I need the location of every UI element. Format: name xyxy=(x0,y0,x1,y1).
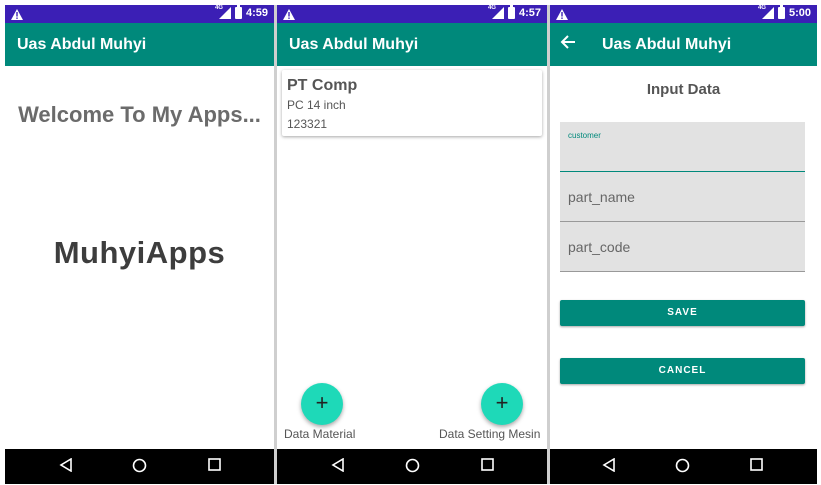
app-title: Uas Abdul Muhyi xyxy=(17,36,147,53)
home-circle-icon[interactable] xyxy=(675,458,690,477)
signal-icon: 4G xyxy=(215,5,231,19)
part-code-field[interactable]: part_code xyxy=(560,222,805,272)
status-time: 4:59 xyxy=(245,7,268,19)
card-code: 123321 xyxy=(287,117,328,131)
phone-screen-welcome: 4G 4:59 Uas Abdul Muhyi Welcome To My Ap… xyxy=(5,5,274,484)
fab-label-setting-mesin: Data Setting Mesin xyxy=(439,427,541,441)
customer-field-label: customer xyxy=(568,131,601,140)
back-triangle-icon[interactable] xyxy=(602,457,616,476)
phone-screen-input: 4G 5:00 Uas Abdul Muhyi Input Data custo… xyxy=(550,5,817,484)
back-triangle-icon[interactable] xyxy=(331,457,345,476)
recents-square-icon[interactable] xyxy=(750,458,763,475)
signal-icon: 4G xyxy=(758,5,774,19)
phone-screen-list: 4G 4:57 Uas Abdul Muhyi PT Comp PC 14 in… xyxy=(277,5,547,484)
app-bar: Uas Abdul Muhyi xyxy=(277,23,547,66)
home-circle-icon[interactable] xyxy=(132,458,147,477)
page-heading: Input Data xyxy=(646,81,721,98)
app-title: Uas Abdul Muhyi xyxy=(602,36,732,53)
navigation-bar xyxy=(550,449,817,484)
recents-square-icon[interactable] xyxy=(208,458,221,475)
save-button[interactable]: SAVE xyxy=(560,300,805,326)
customer-field[interactable]: customer xyxy=(560,122,805,173)
add-material-fab[interactable]: + xyxy=(301,383,343,425)
arrow-back-icon[interactable] xyxy=(560,34,576,54)
status-bar: 4G 4:57 xyxy=(277,5,547,23)
navigation-bar xyxy=(5,449,274,484)
battery-icon xyxy=(507,5,515,19)
status-time: 4:57 xyxy=(518,7,541,19)
back-triangle-icon[interactable] xyxy=(59,457,73,476)
app-bar: Uas Abdul Muhyi xyxy=(550,23,817,66)
fab-label-material: Data Material xyxy=(284,427,356,441)
welcome-text: Welcome To My Apps... xyxy=(18,102,261,127)
part-name-placeholder: part_name xyxy=(568,189,635,205)
list-item-card[interactable]: PT Comp PC 14 inch 123321 xyxy=(282,70,542,136)
cancel-button[interactable]: CANCEL xyxy=(560,358,805,384)
status-bar: 4G 5:00 xyxy=(550,5,817,23)
battery-icon xyxy=(234,5,242,19)
part-name-field[interactable]: part_name xyxy=(560,172,805,222)
status-time: 5:00 xyxy=(788,7,811,19)
signal-icon: 4G xyxy=(488,5,504,19)
app-bar: Uas Abdul Muhyi xyxy=(5,23,274,66)
card-subtitle: PC 14 inch xyxy=(287,98,346,112)
plus-icon: + xyxy=(495,390,509,415)
brand-logo-text: MuhyiApps xyxy=(53,235,226,270)
recents-square-icon[interactable] xyxy=(481,458,494,475)
part-code-placeholder: part_code xyxy=(568,239,631,255)
status-bar: 4G 4:59 xyxy=(5,5,274,23)
add-setting-mesin-fab[interactable]: + xyxy=(481,383,523,425)
navigation-bar xyxy=(277,449,547,484)
card-title: PT Comp xyxy=(287,77,358,94)
plus-icon: + xyxy=(315,390,329,415)
app-title: Uas Abdul Muhyi xyxy=(289,36,419,53)
home-circle-icon[interactable] xyxy=(405,458,420,477)
battery-icon xyxy=(777,5,785,19)
